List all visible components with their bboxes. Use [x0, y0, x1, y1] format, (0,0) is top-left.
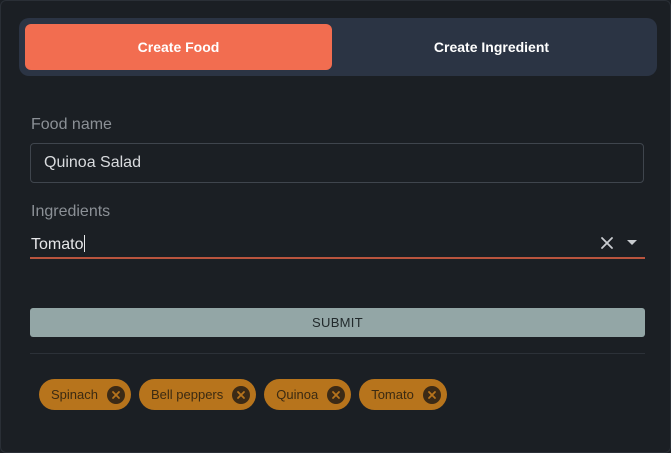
chip-label: Tomato — [371, 387, 414, 402]
cancel-circle-icon[interactable] — [106, 385, 125, 404]
ingredients-input[interactable]: Tomato — [31, 235, 86, 254]
create-food-card: Create Food Create Ingredient Food name … — [0, 0, 671, 453]
cancel-circle-icon[interactable] — [327, 385, 346, 404]
chip-label: Quinoa — [276, 387, 319, 402]
text-caret — [84, 235, 86, 252]
ingredient-chip[interactable]: Bell peppers — [138, 379, 257, 410]
tab-create-food[interactable]: Create Food — [25, 24, 332, 70]
tab-create-ingredient[interactable]: Create Ingredient — [338, 24, 645, 70]
close-icon[interactable] — [600, 236, 614, 250]
ingredient-chip[interactable]: Quinoa — [264, 379, 352, 410]
ingredients-input-value: Tomato — [31, 236, 84, 253]
chip-label: Bell peppers — [150, 387, 224, 402]
ingredient-chip[interactable]: Tomato — [359, 379, 447, 410]
cancel-circle-icon[interactable] — [232, 385, 251, 404]
submit-button-label: SUBMIT — [312, 315, 363, 330]
cancel-circle-icon[interactable] — [422, 385, 441, 404]
chip-label: Spinach — [51, 387, 98, 402]
ingredient-chip-list: Spinach Bell peppers Quinoa Tomato — [39, 379, 447, 410]
divider — [30, 353, 645, 354]
tab-create-ingredient-label: Create Ingredient — [433, 39, 550, 55]
ingredients-autocomplete[interactable]: Tomato — [30, 231, 645, 259]
arrow-drop-down-icon[interactable] — [627, 240, 637, 246]
food-name-field[interactable]: Quinoa Salad — [30, 143, 644, 183]
ingredient-chip[interactable]: Spinach — [39, 379, 131, 410]
ingredients-label: Ingredients — [31, 203, 111, 220]
tab-create-food-label: Create Food — [137, 39, 220, 55]
food-name-label: Food name — [31, 116, 112, 133]
submit-button[interactable]: SUBMIT — [30, 308, 645, 337]
tab-bar: Create Food Create Ingredient — [19, 18, 657, 76]
food-name-value: Quinoa Salad — [44, 154, 141, 171]
